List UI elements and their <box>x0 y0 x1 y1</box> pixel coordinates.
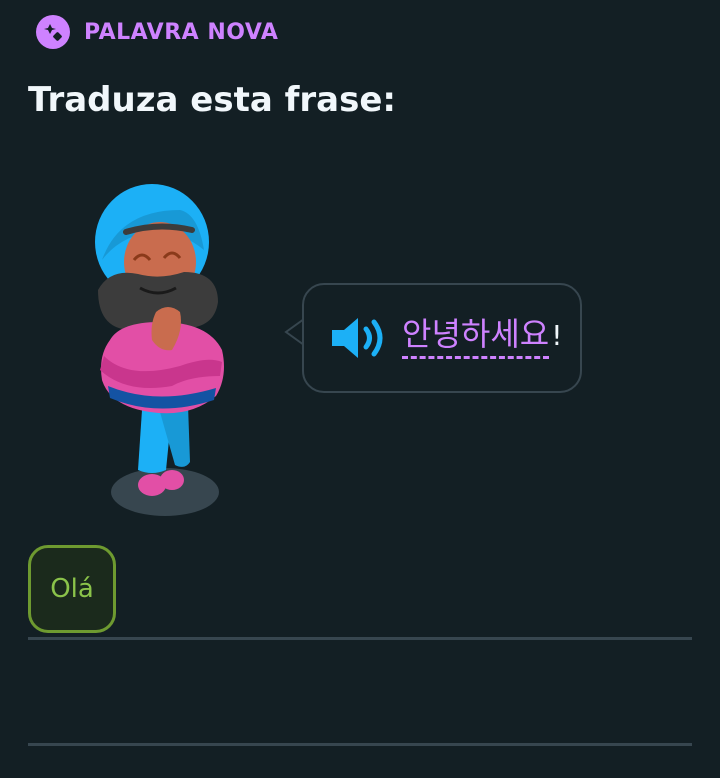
new-word-label: PALAVRA NOVA <box>84 19 279 45</box>
answer-line-1 <box>28 637 692 640</box>
answer-line-2 <box>28 743 692 746</box>
character-illustration <box>80 180 240 524</box>
new-word-icon <box>36 15 70 49</box>
phrase-punctuation: ! <box>551 318 563 352</box>
speech-bubble: 안녕하세요 ! <box>302 283 582 393</box>
page-title: Traduza esta frase: <box>28 80 397 120</box>
foreign-word[interactable]: 안녕하세요 <box>402 316 550 360</box>
phrase: 안녕하세요 ! <box>402 316 563 360</box>
speaker-icon[interactable] <box>330 314 388 362</box>
new-word-badge: PALAVRA NOVA <box>36 15 278 49</box>
answer-chip-ola[interactable]: Olá <box>28 545 116 633</box>
